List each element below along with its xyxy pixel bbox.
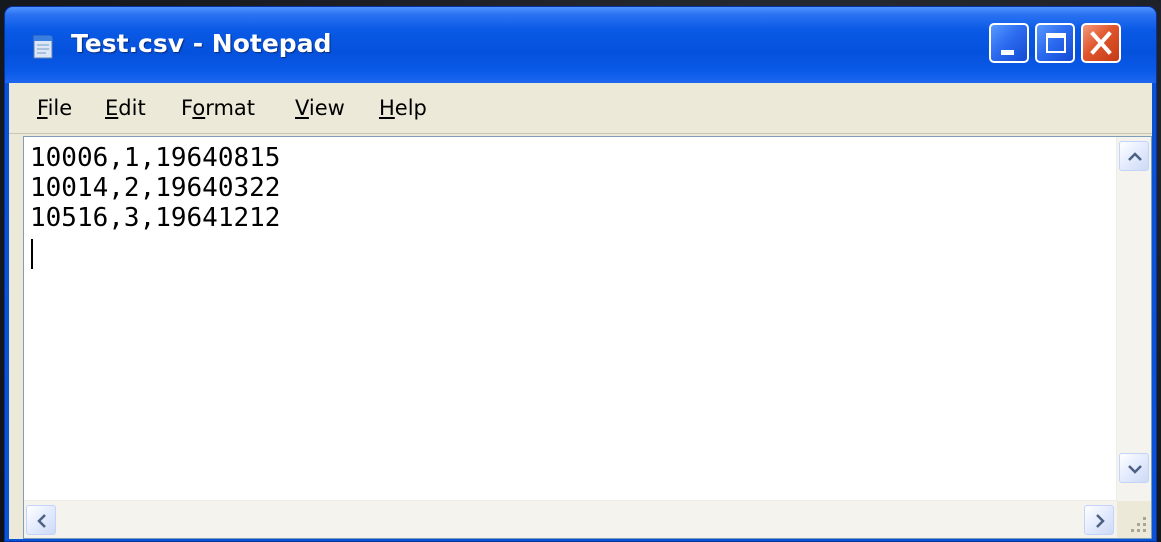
- menu-edit[interactable]: Edit: [105, 96, 146, 120]
- maximize-button[interactable]: [1035, 23, 1075, 63]
- maximize-icon: [1046, 33, 1066, 53]
- resize-grip[interactable]: [1117, 501, 1151, 538]
- close-icon: [1090, 31, 1112, 55]
- scroll-down-button[interactable]: [1119, 453, 1149, 483]
- menu-help[interactable]: Help: [379, 96, 427, 120]
- text-caret: [31, 239, 33, 269]
- text-line: 10006,1,19640815: [30, 143, 281, 173]
- notepad-icon[interactable]: [31, 34, 55, 60]
- scroll-left-button[interactable]: [26, 505, 56, 535]
- scroll-right-button[interactable]: [1084, 505, 1114, 535]
- menu-format[interactable]: Format: [181, 96, 255, 120]
- window-title: Test.csv - Notepad: [71, 29, 332, 58]
- menu-bar: File Edit Format View Help: [9, 83, 1152, 134]
- notepad-window: Test.csv - Notepad File Edit Format View…: [4, 6, 1157, 542]
- editor-content[interactable]: 10006,1,19640815 10014,2,19640322 10516,3,…: [30, 143, 280, 233]
- chevron-down-icon: [1128, 465, 1142, 474]
- vertical-scrollbar[interactable]: [1116, 137, 1151, 501]
- chevron-left-icon: [37, 514, 46, 528]
- text-line: 10014,2,19640322: [30, 173, 281, 203]
- horizontal-scrollbar[interactable]: [24, 500, 1117, 538]
- text-line: 10516,3,19641212: [30, 203, 281, 233]
- chevron-right-icon: [1096, 514, 1105, 528]
- menu-view[interactable]: View: [295, 96, 345, 120]
- window-client-area: File Edit Format View Help 10006,1,19640…: [9, 83, 1152, 539]
- close-button[interactable]: [1081, 23, 1121, 63]
- menu-file[interactable]: File: [37, 96, 72, 120]
- title-bar[interactable]: Test.csv - Notepad: [5, 7, 1156, 83]
- minimize-button[interactable]: [989, 23, 1029, 63]
- resize-grip-icon: [1131, 517, 1146, 532]
- minimize-icon: [1001, 50, 1014, 55]
- scroll-up-button[interactable]: [1119, 141, 1149, 171]
- text-editor[interactable]: 10006,1,19640815 10014,2,19640322 10516,3,…: [23, 136, 1152, 539]
- chevron-up-icon: [1128, 152, 1142, 161]
